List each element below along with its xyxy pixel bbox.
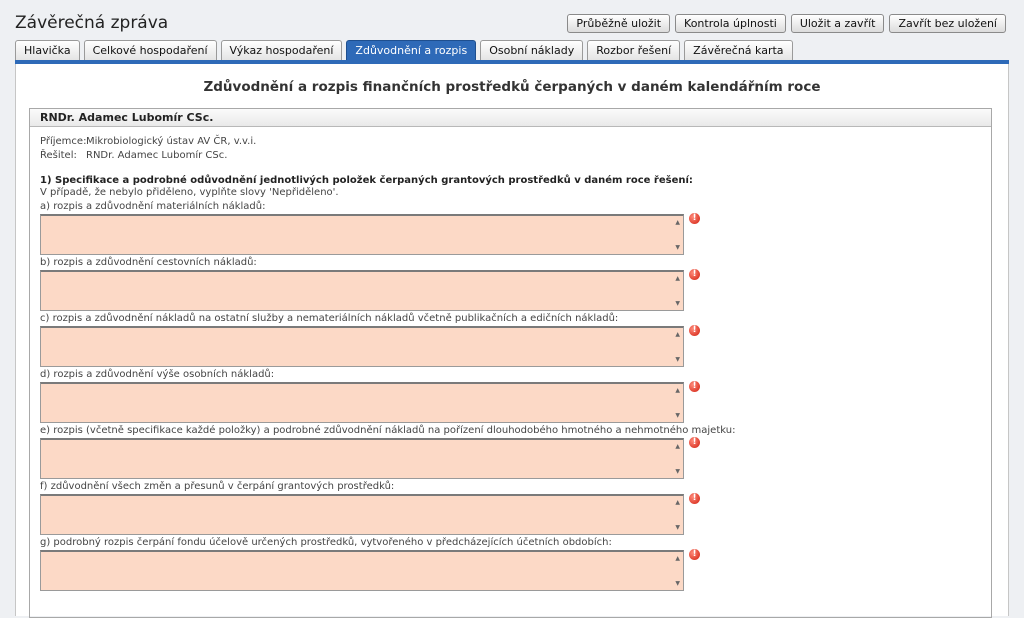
error-icon: ! bbox=[689, 493, 700, 504]
form-box: RNDr. Adamec Lubomír CSc. Příjemce: Mikr… bbox=[29, 108, 992, 618]
toolbar: Průběžně uložit Kontrola úplnosti Uložit… bbox=[567, 14, 1006, 33]
scroll-down-icon: ▼ bbox=[675, 244, 680, 251]
main-panel: Zdůvodnění a rozpis finančních prostředk… bbox=[15, 64, 1009, 618]
field-e-textarea[interactable]: ▲ ▼ ! bbox=[40, 437, 700, 479]
tab-zduvodneni-a-rozpis[interactable]: Zdůvodnění a rozpis bbox=[346, 40, 477, 60]
error-icon: ! bbox=[689, 325, 700, 336]
field-c-label: c) rozpis a zdůvodnění nákladů na ostatn… bbox=[40, 313, 619, 324]
field-a-label: a) rozpis a zdůvodnění materiálních nákl… bbox=[40, 201, 266, 212]
scroll-up-icon: ▲ bbox=[675, 555, 680, 562]
save-progress-button[interactable]: Průběžně uložit bbox=[567, 14, 671, 33]
box-title: RNDr. Adamec Lubomír CSc. bbox=[30, 109, 991, 127]
scroll-down-icon: ▼ bbox=[675, 580, 680, 587]
scroll-down-icon: ▼ bbox=[675, 468, 680, 475]
section-heading: Zdůvodnění a rozpis finančních prostředk… bbox=[203, 79, 821, 95]
save-and-close-button[interactable]: Uložit a zavřít bbox=[790, 14, 885, 33]
field-f-label: f) zdůvodnění všech změn a přesunů v čer… bbox=[40, 481, 395, 492]
scroll-down-icon: ▼ bbox=[675, 300, 680, 307]
solver-value: RNDr. Adamec Lubomír CSc. bbox=[86, 150, 228, 161]
recipient-row: Příjemce: Mikrobiologický ústav AV ČR, v… bbox=[40, 135, 991, 149]
field-e-label: e) rozpis (včetně specifikace každé polo… bbox=[40, 425, 736, 436]
field-d: d) rozpis a zdůvodnění výše osobních nák… bbox=[40, 368, 991, 423]
section-note: V případě, že nebylo přiděleno, vyplňte … bbox=[40, 187, 339, 198]
field-g-scrollbar[interactable]: ▲ ▼ bbox=[671, 552, 683, 590]
solver-label: Řešitel: bbox=[40, 150, 77, 161]
error-icon: ! bbox=[689, 381, 700, 392]
scroll-up-icon: ▲ bbox=[675, 219, 680, 226]
scroll-down-icon: ▼ bbox=[675, 412, 680, 419]
scroll-down-icon: ▼ bbox=[675, 356, 680, 363]
solver-row: Řešitel: RNDr. Adamec Lubomír CSc. bbox=[40, 149, 991, 163]
field-f-scrollbar[interactable]: ▲ ▼ bbox=[671, 496, 683, 534]
check-completeness-button[interactable]: Kontrola úplnosti bbox=[675, 14, 786, 33]
scroll-up-icon: ▲ bbox=[675, 443, 680, 450]
tab-hlavicka[interactable]: Hlavička bbox=[15, 40, 80, 60]
field-b-label: b) rozpis a zdůvodnění cestovních náklad… bbox=[40, 257, 257, 268]
section-title: 1) Specifikace a podrobné odůvodnění jed… bbox=[40, 175, 693, 186]
scroll-up-icon: ▲ bbox=[675, 387, 680, 394]
tab-osobni-naklady[interactable]: Osobní náklady bbox=[480, 40, 584, 60]
field-f-textarea[interactable]: ▲ ▼ ! bbox=[40, 493, 700, 535]
field-f: f) zdůvodnění všech změn a přesunů v čer… bbox=[40, 480, 991, 535]
field-e-scrollbar[interactable]: ▲ ▼ bbox=[671, 440, 683, 478]
form-content: Příjemce: Mikrobiologický ústav AV ČR, v… bbox=[40, 135, 991, 591]
scroll-down-icon: ▼ bbox=[675, 524, 680, 531]
close-without-saving-button[interactable]: Zavřít bez uložení bbox=[889, 14, 1006, 33]
scroll-up-icon: ▲ bbox=[675, 331, 680, 338]
field-b-scrollbar[interactable]: ▲ ▼ bbox=[671, 272, 683, 310]
scroll-up-icon: ▲ bbox=[675, 275, 680, 282]
field-c: c) rozpis a zdůvodnění nákladů na ostatn… bbox=[40, 312, 991, 367]
scroll-up-icon: ▲ bbox=[675, 499, 680, 506]
field-c-scrollbar[interactable]: ▲ ▼ bbox=[671, 328, 683, 366]
error-icon: ! bbox=[689, 213, 700, 224]
recipient-label: Příjemce: bbox=[40, 136, 87, 147]
tab-celkove-hospodareni[interactable]: Celkové hospodaření bbox=[83, 40, 217, 60]
recipient-value: Mikrobiologický ústav AV ČR, v.v.i. bbox=[86, 136, 257, 147]
page-title: Závěrečná zpráva bbox=[15, 13, 169, 33]
field-d-label: d) rozpis a zdůvodnění výše osobních nák… bbox=[40, 369, 275, 380]
field-e: e) rozpis (včetně specifikace každé polo… bbox=[40, 424, 991, 479]
error-icon: ! bbox=[689, 269, 700, 280]
tab-zaverecna-karta[interactable]: Závěrečná karta bbox=[684, 40, 793, 60]
error-icon: ! bbox=[689, 549, 700, 560]
field-d-textarea[interactable]: ▲ ▼ ! bbox=[40, 381, 700, 423]
field-g: g) podrobný rozpis čerpání fondu účelově… bbox=[40, 536, 991, 591]
field-d-scrollbar[interactable]: ▲ ▼ bbox=[671, 384, 683, 422]
field-a-scrollbar[interactable]: ▲ ▼ bbox=[671, 216, 683, 254]
field-c-textarea[interactable]: ▲ ▼ ! bbox=[40, 325, 700, 367]
tab-rozbor-reseni[interactable]: Rozbor řešení bbox=[587, 40, 681, 60]
tab-bar: Hlavička Celkové hospodaření Výkaz hospo… bbox=[15, 40, 793, 60]
field-a-textarea[interactable]: ▲ ▼ ! bbox=[40, 213, 700, 255]
field-a: a) rozpis a zdůvodnění materiálních nákl… bbox=[40, 200, 991, 255]
error-icon: ! bbox=[689, 437, 700, 448]
field-b-textarea[interactable]: ▲ ▼ ! bbox=[40, 269, 700, 311]
field-g-textarea[interactable]: ▲ ▼ ! bbox=[40, 549, 700, 591]
field-b: b) rozpis a zdůvodnění cestovních náklad… bbox=[40, 256, 991, 311]
tab-vykaz-hospodareni[interactable]: Výkaz hospodaření bbox=[220, 40, 343, 60]
field-g-label: g) podrobný rozpis čerpání fondu účelově… bbox=[40, 537, 612, 548]
